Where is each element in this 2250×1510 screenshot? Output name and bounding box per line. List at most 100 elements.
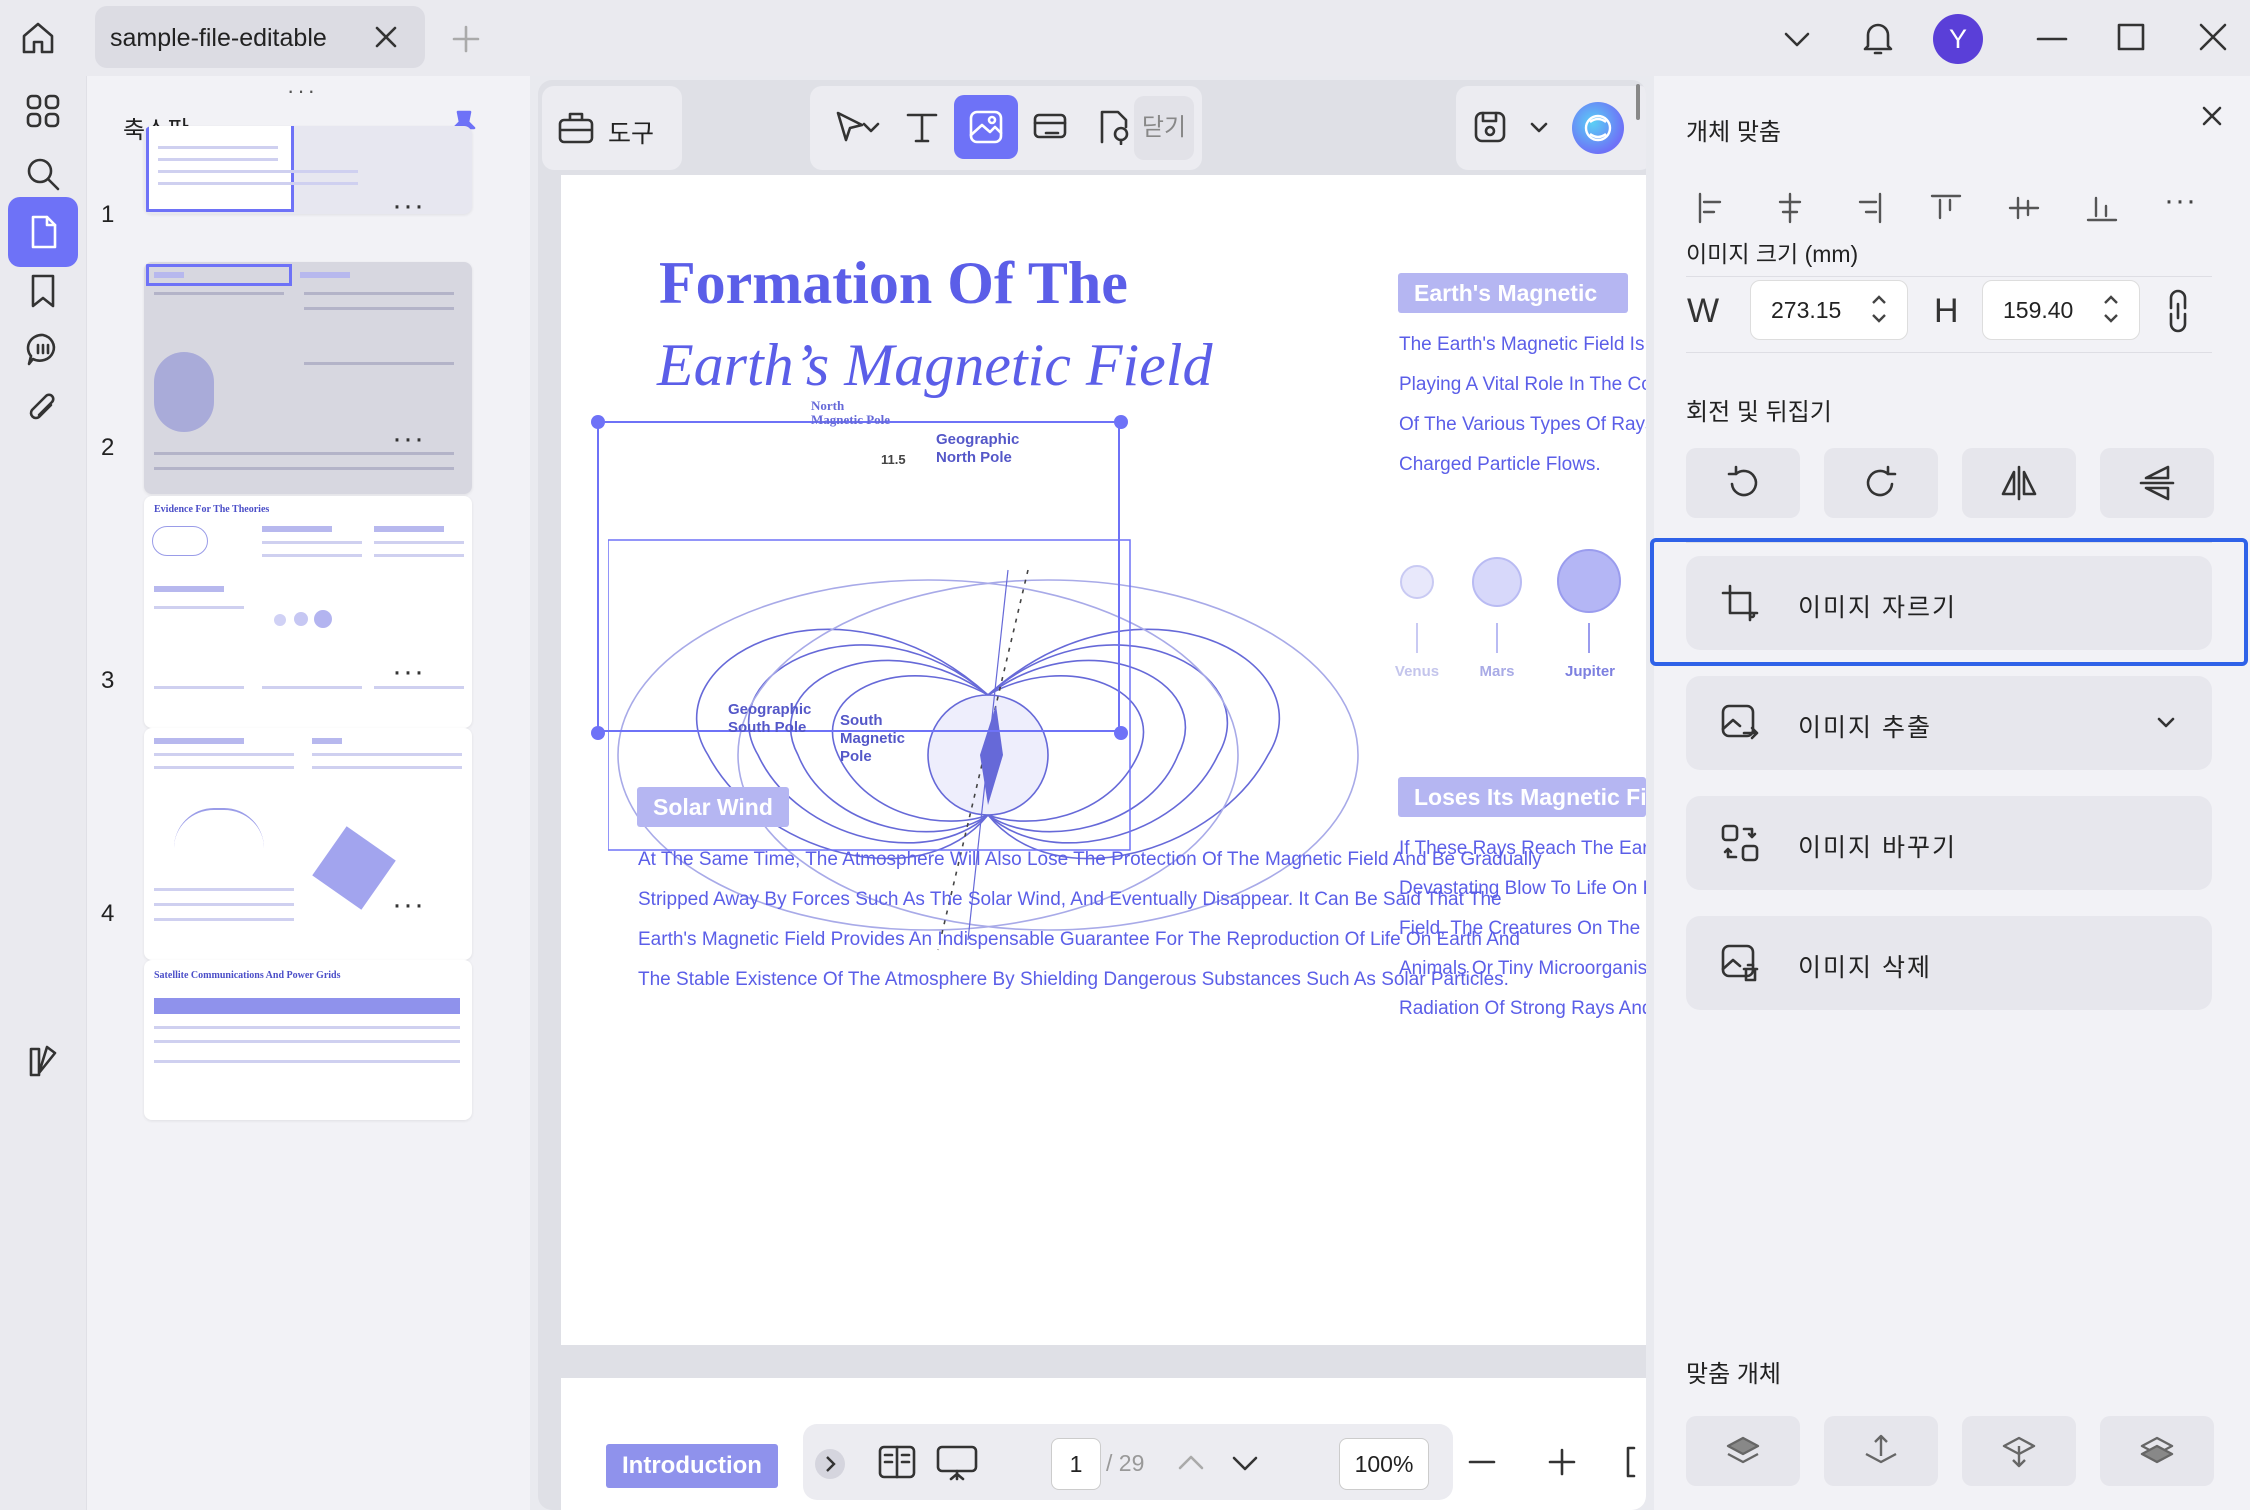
zoom-out-icon[interactable] xyxy=(1466,1448,1498,1476)
geo-south-line-2: South Pole xyxy=(728,719,807,736)
page-3-more-button[interactable]: ··· xyxy=(392,655,425,689)
image-tool-button[interactable] xyxy=(954,95,1018,159)
close-tab-icon[interactable] xyxy=(373,24,399,50)
planet-mars-label: Mars xyxy=(1479,663,1515,680)
close-window-icon[interactable] xyxy=(2198,22,2228,52)
rotate-right-button[interactable] xyxy=(1824,448,1938,518)
tools-button[interactable]: 도구 xyxy=(550,96,674,160)
width-stepper-icon[interactable] xyxy=(1869,289,1889,329)
chevron-right-icon xyxy=(826,1456,836,1472)
width-input[interactable]: 273.15 xyxy=(1750,280,1908,340)
avatar[interactable]: Y xyxy=(1933,14,1983,64)
loses-magnetic-tag-text: Loses Its Magnetic Fiel xyxy=(1414,784,1646,810)
flip-vertical-icon xyxy=(2139,465,2175,501)
height-input[interactable]: 159.40 xyxy=(1982,280,2140,340)
save-button[interactable] xyxy=(1458,95,1522,159)
solar-wind-tag-text: Solar Wind xyxy=(653,794,773,820)
geo-north-line-2: North Pole xyxy=(936,449,1012,466)
align-center-horizontal-icon[interactable] xyxy=(1770,188,1810,228)
close-button[interactable]: 닫기 xyxy=(1134,96,1194,160)
resize-handle-bl[interactable] xyxy=(591,726,605,740)
sidebar-toggle-icon[interactable] xyxy=(8,1026,78,1096)
home-icon[interactable] xyxy=(18,18,58,58)
toolbar-scroll-edge xyxy=(1636,84,1640,120)
loses-magnetic-tag: Loses Its Magnetic Fiel xyxy=(1398,777,1646,817)
fit-width-icon[interactable] xyxy=(1620,1444,1640,1480)
arrange-objects-title: 맞춤 개체 xyxy=(1686,1361,1781,1388)
crop-image-button[interactable]: 이미지 자르기 xyxy=(1686,556,2212,650)
presentation-icon[interactable] xyxy=(935,1444,979,1482)
minimize-icon[interactable] xyxy=(2036,24,2068,54)
apps-icon[interactable] xyxy=(8,76,78,146)
send-backward-button[interactable] xyxy=(1962,1416,2076,1486)
close-panel-icon[interactable] xyxy=(2200,104,2224,128)
resize-handle-tl[interactable] xyxy=(591,415,605,429)
height-stepper-icon[interactable] xyxy=(2101,289,2121,329)
align-middle-icon[interactable] xyxy=(2004,188,2044,228)
page-number-3: 3 xyxy=(101,667,115,694)
maximize-icon[interactable] xyxy=(2116,22,2146,52)
resize-handle-br[interactable] xyxy=(1114,726,1128,740)
earth-line-3: Of The Various Types Of Rays xyxy=(1399,414,1646,435)
resize-handle-tr[interactable] xyxy=(1114,415,1128,429)
previous-page-icon[interactable] xyxy=(1177,1450,1205,1474)
ai-assistant-button[interactable] xyxy=(1572,102,1624,154)
new-tab-icon[interactable] xyxy=(452,25,480,53)
page-thumbnail-2[interactable] xyxy=(144,262,472,494)
zoom-in-icon[interactable] xyxy=(1546,1446,1578,1478)
next-page-icon[interactable] xyxy=(1231,1452,1259,1476)
more-align-options-button[interactable]: ··· xyxy=(2164,184,2197,218)
chevron-down-icon[interactable] xyxy=(1782,26,1812,52)
page-2-more-button[interactable]: ··· xyxy=(392,422,425,456)
send-to-back-button[interactable] xyxy=(2100,1416,2214,1486)
image-selection-frame[interactable] xyxy=(597,421,1120,732)
bring-to-front-button[interactable] xyxy=(1686,1416,1800,1486)
extract-image-button[interactable]: 이미지 추출 xyxy=(1686,676,2212,770)
flip-vertical-button[interactable] xyxy=(2100,448,2214,518)
document-tab-title: sample-file-editable xyxy=(110,24,327,52)
replace-image-button[interactable]: 이미지 바꾸기 xyxy=(1686,796,2212,890)
expand-nav-button[interactable] xyxy=(815,1449,845,1479)
bring-forward-button[interactable] xyxy=(1824,1416,1938,1486)
delete-image-button[interactable]: 이미지 삭제 xyxy=(1686,916,2212,1010)
save-dropdown-icon[interactable] xyxy=(1530,120,1548,136)
two-page-view-icon[interactable] xyxy=(877,1444,917,1480)
page-thumbnail-3[interactable]: Evidence For The Theories xyxy=(144,496,472,728)
replace-icon xyxy=(1721,824,1759,862)
link-tool-button[interactable] xyxy=(1018,95,1082,159)
delete-image-icon xyxy=(1721,944,1759,982)
attachment-icon[interactable] xyxy=(8,374,78,444)
text-tool-button[interactable] xyxy=(890,95,954,159)
lock-ratio-icon[interactable] xyxy=(2164,288,2192,334)
page-1-more-button[interactable]: ··· xyxy=(392,189,425,223)
page-4-more-button[interactable]: ··· xyxy=(392,888,425,922)
panel-drag-handle[interactable]: ··· xyxy=(287,78,318,104)
zoom-level-box[interactable]: 100% xyxy=(1339,1438,1429,1490)
extract-dropdown-icon[interactable] xyxy=(2156,716,2176,730)
earth-line-4: Charged Particle Flows. xyxy=(1399,454,1601,475)
page-number-1: 1 xyxy=(101,201,115,228)
select-dropdown-icon[interactable] xyxy=(862,120,880,136)
close-label: 닫기 xyxy=(1141,114,1187,141)
page-thumbnail-5[interactable]: Satellite Communications And Power Grids xyxy=(144,960,472,1120)
page-number-4: 4 xyxy=(101,900,115,927)
width-label: W xyxy=(1687,292,1720,330)
link-icon xyxy=(1033,113,1067,139)
solar-wind-tag: Solar Wind xyxy=(637,787,789,827)
pdf-page-1: Formation Of The Earth’s Magnetic Field … xyxy=(561,175,1646,1345)
flip-horizontal-button[interactable] xyxy=(1962,448,2076,518)
document-tab[interactable]: sample-file-editable xyxy=(95,6,425,68)
align-left-icon[interactable] xyxy=(1692,188,1732,228)
toolbox-icon xyxy=(558,112,594,144)
thumb-5-heading: Satellite Communications And Power Grids xyxy=(154,970,341,981)
image-properties-panel: 개체 맞춤 ··· 이미지 크기 (mm) W 273.15 H 159.40 … xyxy=(1650,76,2250,1510)
align-top-icon[interactable] xyxy=(1926,188,1966,228)
page-thumbnail-4[interactable] xyxy=(144,728,472,960)
planet-mars-circle xyxy=(1472,557,1522,607)
align-right-icon[interactable] xyxy=(1848,188,1888,228)
page-number-input[interactable]: 1 xyxy=(1051,1438,1101,1490)
rotate-left-button[interactable] xyxy=(1686,448,1800,518)
total-pages: / 29 xyxy=(1106,1450,1145,1476)
align-bottom-icon[interactable] xyxy=(2082,188,2122,228)
bell-icon[interactable] xyxy=(1860,18,1896,58)
